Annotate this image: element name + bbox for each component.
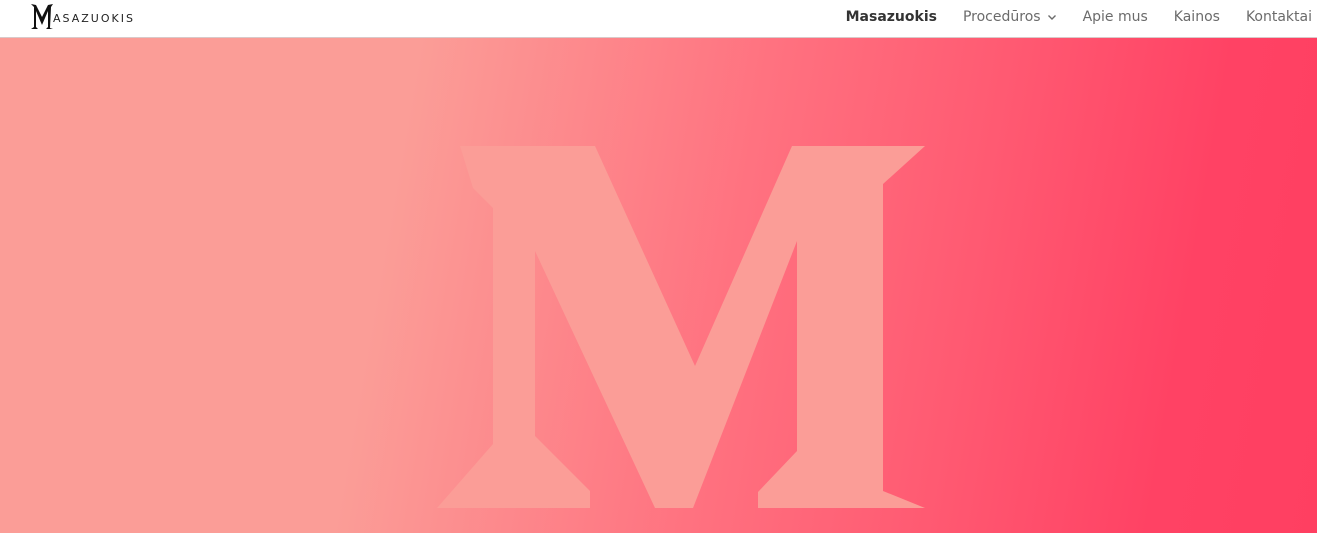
nav-item-kainos[interactable]: Kainos [1174,9,1220,25]
logo-text: ASAZUOKIS [53,11,135,25]
large-m-letter [437,146,925,508]
nav-item-label: Masazuokis [845,8,937,25]
nav-item-label: Apie mus [1082,8,1148,25]
hero-banner [0,38,1317,533]
site-logo[interactable]: ASAZUOKIS [30,2,135,30]
nav-item-label: Kontaktai [1245,8,1312,25]
nav-item-apie-mus[interactable]: Apie mus [1083,9,1148,25]
nav-item-kontaktai[interactable]: Kontaktai [1246,9,1312,25]
m-logo-icon [31,4,53,29]
nav-item-label: Procedūros [962,8,1041,25]
main-nav: Masazuokis Procedūros Apie mus Kainos Ko… [820,0,1312,33]
nav-item-proceduros[interactable]: Procedūros [963,9,1057,25]
chevron-down-icon [1047,14,1056,20]
site-header: ASAZUOKIS Masazuokis Procedūros Apie mus… [0,0,1317,38]
nav-item-label: Kainos [1173,8,1220,25]
nav-item-masazuokis[interactable]: Masazuokis [846,9,937,25]
